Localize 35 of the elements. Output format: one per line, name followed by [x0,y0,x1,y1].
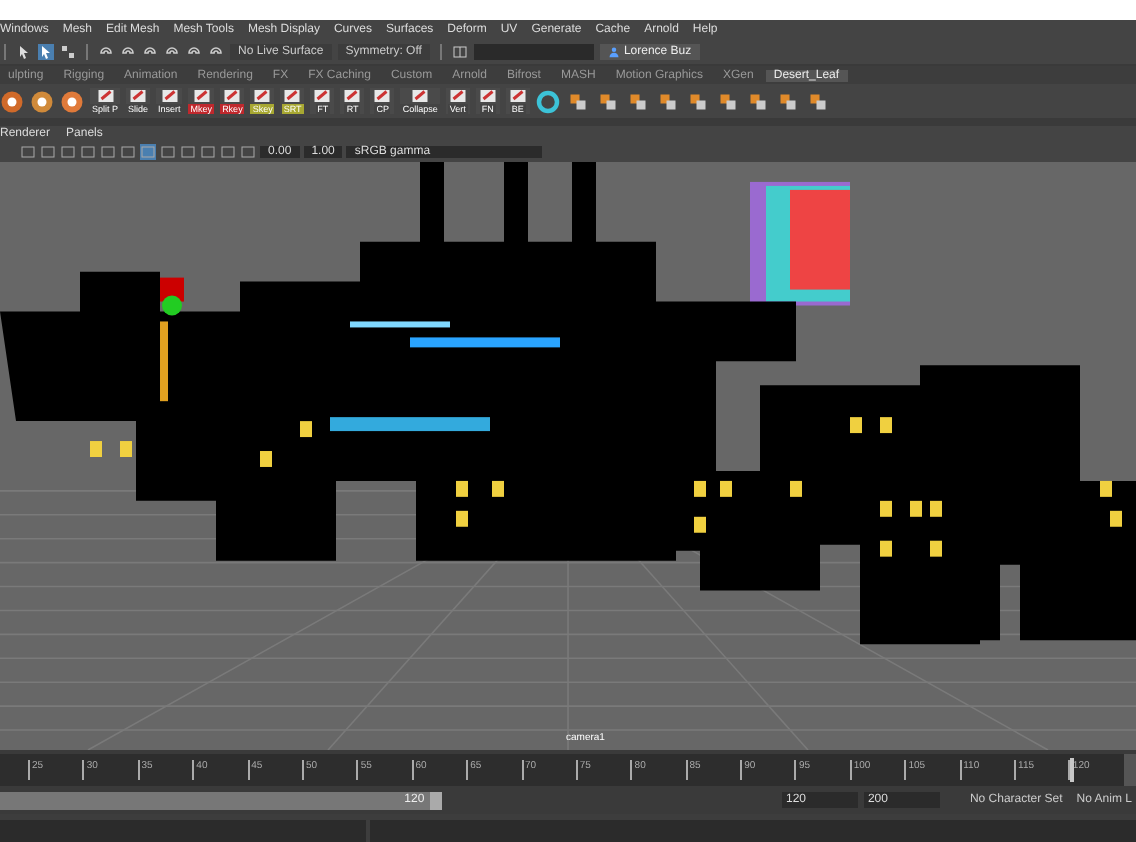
tool-icon [340,88,365,104]
tool-icon [505,88,530,104]
tool-icon[interactable] [715,89,740,113]
sphere-icon[interactable] [30,89,54,113]
tool-icon[interactable] [655,89,680,113]
tool-icon[interactable] [685,89,710,113]
input-field[interactable] [473,44,594,60]
tool-icon[interactable] [625,89,650,113]
tool-icon [126,88,151,104]
sphere-icon[interactable] [60,89,84,113]
tool-icon [93,88,117,104]
panel-layout-icon[interactable] [451,44,468,60]
tool-icon [157,88,182,104]
tool-icon [280,88,305,104]
tool-icon [250,88,275,104]
tool-icon [220,88,245,104]
tool-icon[interactable] [595,89,620,113]
sphere-icon[interactable] [0,89,24,113]
grid-icon[interactable] [60,44,76,60]
tool-icon[interactable] [565,89,590,113]
city-scene-drawing[interactable] [0,162,1136,750]
tool-icon [370,88,395,104]
tool-icon [475,88,500,104]
tool-icon [408,88,433,104]
ring-icon[interactable] [535,89,560,113]
tool-icon [189,88,214,104]
playhead[interactable] [1069,758,1074,782]
person-icon[interactable] [607,46,620,58]
tool-icon [445,88,470,104]
tool-icon[interactable] [805,89,830,113]
select-tool-icon[interactable] [16,44,32,60]
tool-icon[interactable] [775,89,800,113]
tool-icon [310,88,335,104]
tool-icon[interactable] [745,89,770,113]
select-tool-icon[interactable] [38,44,54,60]
